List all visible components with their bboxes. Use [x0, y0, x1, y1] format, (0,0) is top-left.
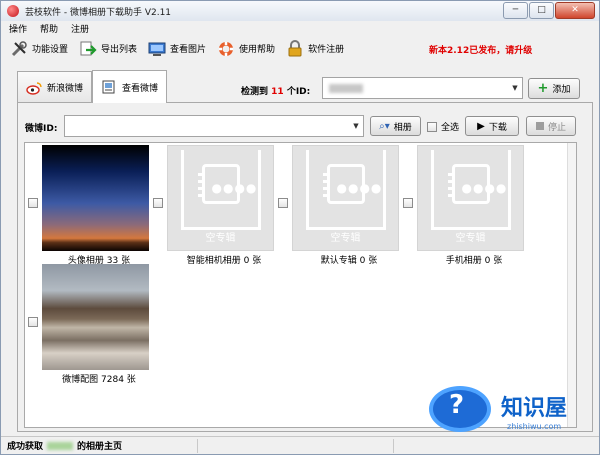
- play-icon: ▶: [477, 120, 485, 132]
- album-caption: 微博配图 7284 张: [62, 375, 136, 385]
- detect-prefix: 检测到: [241, 87, 269, 97]
- detect-suffix: 个ID:: [286, 87, 311, 97]
- id-select[interactable]: ▼: [322, 77, 523, 99]
- minimize-button[interactable]: ─: [503, 2, 528, 19]
- search-icon: ⌕▾: [379, 120, 390, 132]
- status-user-redacted: [47, 441, 74, 450]
- settings-label: 功能设置: [32, 45, 69, 55]
- register-button[interactable]: 软件注册: [286, 38, 344, 60]
- menu-register[interactable]: 注册: [71, 22, 89, 35]
- monitor-icon: [148, 40, 166, 58]
- settings-button[interactable]: 功能设置: [10, 38, 68, 60]
- id-select-value: [329, 84, 363, 93]
- album-thumbnail[interactable]: ●●●● 空专辑: [292, 145, 399, 251]
- album-button-label: 相册: [393, 122, 412, 133]
- register-label: 软件注册: [308, 45, 345, 55]
- status-divider: [197, 439, 198, 453]
- status-suffix: 的相册主页: [77, 442, 123, 452]
- app-window: 芸枝软件 - 微博相册下载助手 V2.11 ─ □ ✕ 操作 帮助 注册 功能设…: [0, 0, 600, 455]
- tab-sina-weibo[interactable]: 新浪微博: [17, 71, 93, 103]
- lock-icon: [286, 39, 304, 58]
- album-checkbox[interactable]: [28, 198, 38, 208]
- download-button-label: 下载: [488, 122, 507, 133]
- select-all-label: 全选: [441, 123, 460, 133]
- album-checkbox[interactable]: [153, 198, 163, 208]
- chevron-down-icon[interactable]: ▼: [508, 78, 522, 98]
- plus-icon: +: [537, 81, 549, 96]
- watermark-mark: ?: [449, 390, 465, 420]
- export-list-label: 导出列表: [101, 45, 138, 55]
- notebook-icon: ●●●●: [322, 164, 381, 204]
- help-label: 使用帮助: [239, 45, 276, 55]
- album-button[interactable]: ⌕▾ 相册: [370, 116, 421, 136]
- album-thumbnail[interactable]: ●●●● 空专辑: [417, 145, 524, 251]
- help-button[interactable]: 使用帮助: [217, 38, 275, 60]
- window-title: 芸枝软件 - 微博相册下载助手 V2.11: [25, 7, 172, 18]
- stop-button[interactable]: 停止: [526, 116, 576, 136]
- empty-album-label: 空专辑: [455, 233, 486, 244]
- album-checkbox[interactable]: [403, 198, 413, 208]
- empty-album-frame: ●●●●: [305, 150, 386, 230]
- album-checkbox[interactable]: [278, 198, 288, 208]
- export-list-button[interactable]: 导出列表: [79, 38, 137, 60]
- close-button[interactable]: ✕: [555, 2, 595, 19]
- notebook-icon: ●●●●: [197, 164, 256, 204]
- watermark-text: 知识屋: [501, 396, 568, 421]
- album-thumbnail[interactable]: [42, 264, 149, 370]
- add-button[interactable]: + 添加: [528, 78, 580, 99]
- export-icon: [79, 40, 97, 58]
- watermark-url: zhishiwu.com: [507, 422, 562, 431]
- view-images-label: 查看图片: [170, 45, 207, 55]
- download-button[interactable]: ▶ 下载: [465, 116, 519, 136]
- app-logo-icon: [7, 5, 19, 17]
- select-all-checkbox[interactable]: [427, 121, 437, 132]
- album-caption: 手机相册 0 张: [445, 256, 503, 266]
- empty-album-frame: ●●●●: [430, 150, 511, 230]
- detected-id-count: 检测到 11 个ID:: [241, 84, 310, 97]
- tab-view-albums[interactable]: 查看微博: [92, 70, 168, 103]
- empty-album-frame: ●●●●: [180, 150, 261, 230]
- menu-operate[interactable]: 操作: [9, 22, 27, 35]
- window-controls: ─ □ ✕: [503, 2, 595, 19]
- status-message: 成功获取 的相册主页: [1, 439, 122, 452]
- album-thumbnail[interactable]: ●●●● 空专辑: [167, 145, 274, 251]
- tab-view-albums-label: 查看微博: [122, 83, 159, 94]
- view-images-button[interactable]: 查看图片: [148, 38, 206, 60]
- album-checkbox[interactable]: [28, 317, 38, 327]
- detect-count: 11: [271, 87, 284, 97]
- menu-help[interactable]: 帮助: [40, 22, 58, 35]
- empty-album-label: 空专辑: [205, 233, 236, 244]
- tab-strip: 新浪微博 查看微博: [17, 70, 168, 103]
- chevron-down-icon[interactable]: ▼: [349, 116, 363, 136]
- menu-bar: 操作 帮助 注册: [1, 21, 599, 35]
- status-divider: [393, 439, 394, 453]
- maximize-button[interactable]: □: [529, 2, 554, 19]
- lifebuoy-icon: [217, 40, 235, 58]
- album-thumbnail[interactable]: [42, 145, 149, 251]
- title-bar[interactable]: 芸枝软件 - 微博相册下载助手 V2.11 ─ □ ✕: [1, 1, 599, 21]
- stop-button-label: 停止: [547, 122, 566, 133]
- upgrade-notice-link[interactable]: 新本2.12已发布，请升级: [429, 43, 532, 56]
- weibo-icon: [26, 81, 42, 95]
- site-watermark: ? 知识屋 zhishiwu.com: [427, 384, 597, 444]
- album-icon: [102, 80, 115, 94]
- stop-icon: [535, 122, 544, 130]
- notebook-icon: ●●●●: [447, 164, 506, 204]
- empty-album-label: 空专辑: [330, 233, 361, 244]
- add-button-label: 添加: [552, 85, 571, 95]
- tab-sina-weibo-label: 新浪微博: [47, 84, 84, 94]
- weibo-id-input[interactable]: ▼: [64, 115, 364, 137]
- status-prefix: 成功获取: [7, 442, 44, 452]
- tools-icon: [10, 40, 28, 58]
- select-all[interactable]: 全选: [427, 120, 459, 133]
- weibo-id-label: 微博ID:: [25, 124, 58, 134]
